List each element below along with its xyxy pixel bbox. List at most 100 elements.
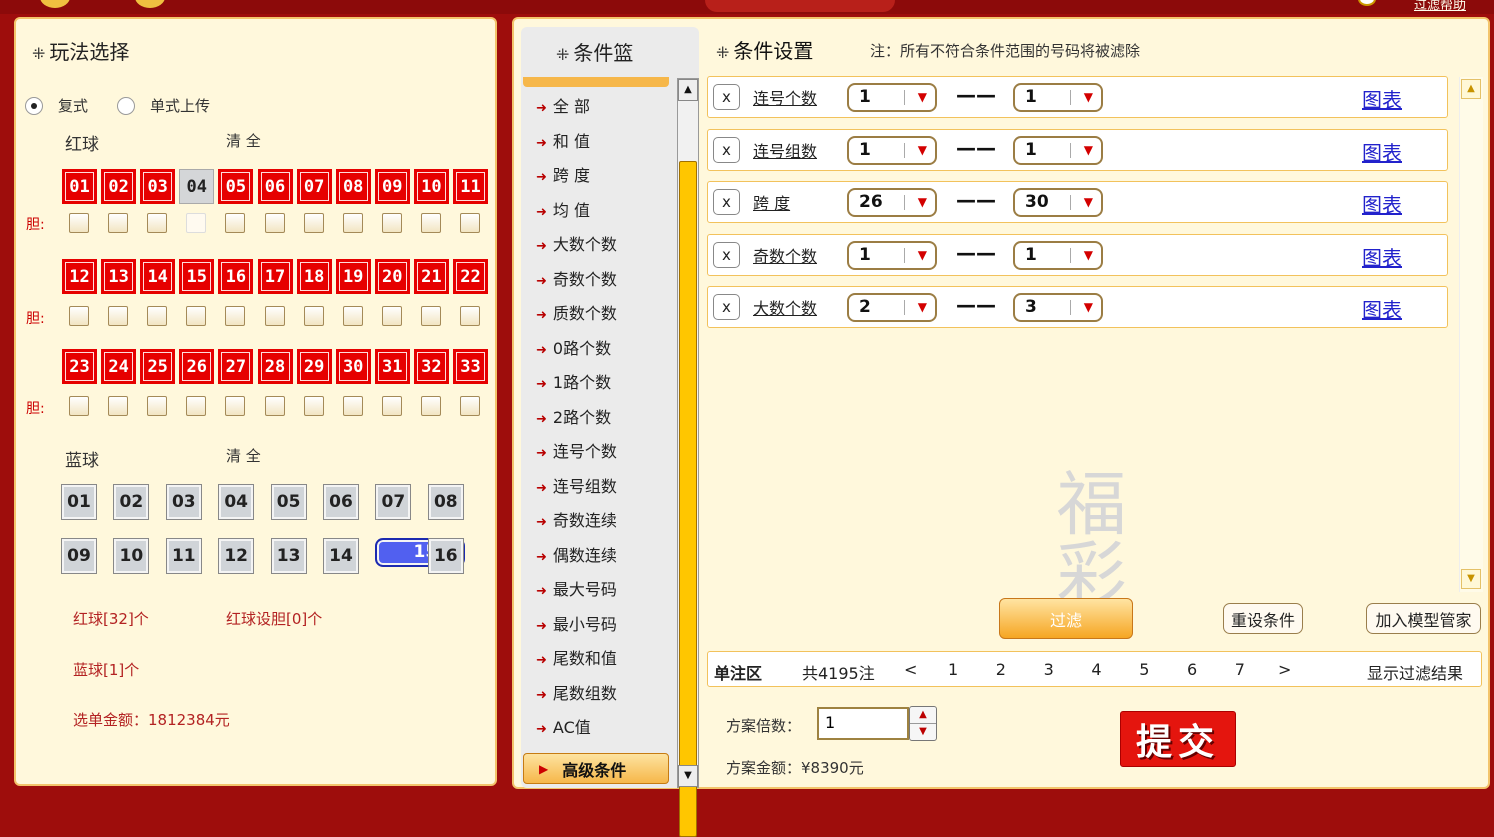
dan-checkbox[interactable]: [108, 213, 129, 233]
mode-radio-compound[interactable]: [25, 97, 43, 115]
reset-conditions-button[interactable]: 重设条件: [1223, 603, 1303, 634]
basket-scrollbar[interactable]: ▲ ▼: [677, 78, 699, 837]
red-ball[interactable]: 27: [218, 349, 254, 384]
red-ball[interactable]: 24: [101, 349, 137, 384]
blue-ball[interactable]: 03: [165, 484, 202, 520]
add-model-button[interactable]: 加入模型管家: [1366, 603, 1481, 634]
basket-item[interactable]: ➜ 奇数个数: [536, 266, 617, 290]
max-select[interactable]: 1 ▼: [1013, 240, 1103, 270]
dan-checkbox[interactable]: [303, 306, 324, 326]
min-select[interactable]: 1 ▼: [847, 240, 937, 270]
basket-item[interactable]: ➜ 最大号码: [536, 576, 617, 600]
red-ball[interactable]: 21: [413, 259, 449, 294]
basket-item[interactable]: ➜ 0路个数: [536, 335, 611, 359]
basket-item[interactable]: ➜ 奇数连续: [536, 507, 617, 531]
red-ball[interactable]: 05: [218, 169, 254, 204]
dan-checkbox[interactable]: [460, 306, 480, 326]
basket-item[interactable]: ➜ 尾数和值: [536, 645, 617, 669]
red-ball[interactable]: 26: [179, 349, 215, 384]
multiple-input[interactable]: 1: [817, 707, 909, 740]
red-ball[interactable]: 18: [296, 259, 332, 294]
min-select[interactable]: 26 ▼: [847, 188, 937, 217]
red-ball[interactable]: 03: [140, 169, 176, 204]
dan-checkbox[interactable]: [147, 306, 168, 326]
condition-name[interactable]: 连号组数: [753, 138, 817, 162]
max-select[interactable]: 30 ▼: [1013, 188, 1103, 217]
basket-scroll-thumb[interactable]: [679, 161, 697, 837]
dan-checkbox[interactable]: [420, 306, 441, 326]
basket-group-regular[interactable]: [523, 77, 669, 87]
dan-checkbox[interactable]: [460, 396, 480, 416]
blue-ball[interactable]: 05: [270, 484, 307, 520]
blue-ball[interactable]: 01: [61, 484, 97, 520]
dan-checkbox[interactable]: [186, 213, 207, 233]
dan-checkbox[interactable]: [342, 306, 363, 326]
red-ball[interactable]: 09: [374, 169, 410, 204]
blue-ball[interactable]: 10: [113, 538, 150, 574]
basket-item[interactable]: ➜ 跨 度: [536, 162, 590, 186]
red-ball[interactable]: 28: [257, 349, 293, 384]
red-ball[interactable]: 02: [101, 169, 137, 204]
prev-page-link[interactable]: <: [904, 660, 917, 679]
red-ball[interactable]: 31: [374, 349, 410, 384]
chart-link[interactable]: 图表: [1362, 137, 1402, 166]
basket-item[interactable]: ➜ 质数个数: [536, 300, 617, 324]
blue-ball[interactable]: 16: [427, 538, 464, 574]
dan-checkbox[interactable]: [303, 213, 324, 233]
page-link[interactable]: 1: [948, 660, 958, 679]
stepper-up-icon[interactable]: ▲: [910, 707, 936, 723]
red-ball[interactable]: 25: [140, 349, 176, 384]
show-results-link[interactable]: 显示过滤结果: [1367, 660, 1463, 684]
dan-checkbox[interactable]: [225, 396, 246, 416]
red-ball[interactable]: 17: [257, 259, 293, 294]
next-page-link[interactable]: >: [1278, 660, 1291, 679]
basket-item[interactable]: ➜ 2路个数: [536, 404, 611, 428]
dan-checkbox[interactable]: [381, 306, 402, 326]
remove-condition-button[interactable]: x: [713, 84, 740, 110]
scroll-up-icon[interactable]: ▲: [678, 79, 698, 101]
remove-condition-button[interactable]: x: [713, 189, 740, 215]
mode-label-compound[interactable]: 复式: [58, 95, 88, 116]
basket-item[interactable]: ➜ 大数个数: [536, 231, 617, 255]
basket-item[interactable]: ➜ 连号个数: [536, 438, 617, 462]
blue-ball[interactable]: 09: [61, 538, 97, 574]
red-ball[interactable]: 20: [374, 259, 410, 294]
remove-condition-button[interactable]: x: [713, 136, 740, 163]
stepper-down-icon[interactable]: ▼: [910, 723, 936, 739]
mode-label-upload[interactable]: 单式上传: [150, 95, 210, 116]
red-ball[interactable]: 10: [413, 169, 449, 204]
dan-checkbox[interactable]: [460, 213, 480, 233]
blue-ball[interactable]: 12: [218, 538, 255, 574]
dan-checkbox[interactable]: [225, 306, 246, 326]
scroll-up-icon[interactable]: ▲: [1461, 79, 1481, 99]
condition-name[interactable]: 跨 度: [753, 190, 790, 214]
remove-condition-button[interactable]: x: [713, 241, 740, 268]
basket-item[interactable]: ➜ 均 值: [536, 197, 590, 221]
page-link[interactable]: 3: [1044, 660, 1054, 679]
page-link[interactable]: 2: [996, 660, 1006, 679]
page-link[interactable]: 5: [1139, 660, 1149, 679]
blue-ball[interactable]: 07: [375, 484, 412, 520]
dan-checkbox[interactable]: [147, 213, 168, 233]
dan-checkbox[interactable]: [381, 213, 402, 233]
dan-checkbox[interactable]: [420, 396, 441, 416]
remove-condition-button[interactable]: x: [713, 294, 740, 320]
red-ball[interactable]: 16: [218, 259, 254, 294]
red-ball[interactable]: 06: [257, 169, 293, 204]
dan-checkbox[interactable]: [303, 396, 324, 416]
dan-checkbox[interactable]: [69, 213, 89, 233]
dan-checkbox[interactable]: [381, 396, 402, 416]
red-ball[interactable]: 29: [296, 349, 332, 384]
blue-ball[interactable]: 08: [427, 484, 464, 520]
condition-name[interactable]: 奇数个数: [753, 243, 817, 267]
dan-checkbox[interactable]: [225, 213, 246, 233]
basket-item[interactable]: ➜ 1路个数: [536, 369, 611, 393]
dan-checkbox[interactable]: [264, 213, 285, 233]
filter-button[interactable]: 过滤: [999, 598, 1133, 639]
red-ball[interactable]: 07: [296, 169, 332, 204]
chart-link[interactable]: 图表: [1362, 242, 1402, 271]
blue-clear-all-link[interactable]: 清 全: [226, 445, 261, 466]
red-ball[interactable]: 15: [179, 259, 215, 294]
dan-checkbox[interactable]: [69, 306, 89, 326]
chart-link[interactable]: 图表: [1362, 189, 1402, 218]
